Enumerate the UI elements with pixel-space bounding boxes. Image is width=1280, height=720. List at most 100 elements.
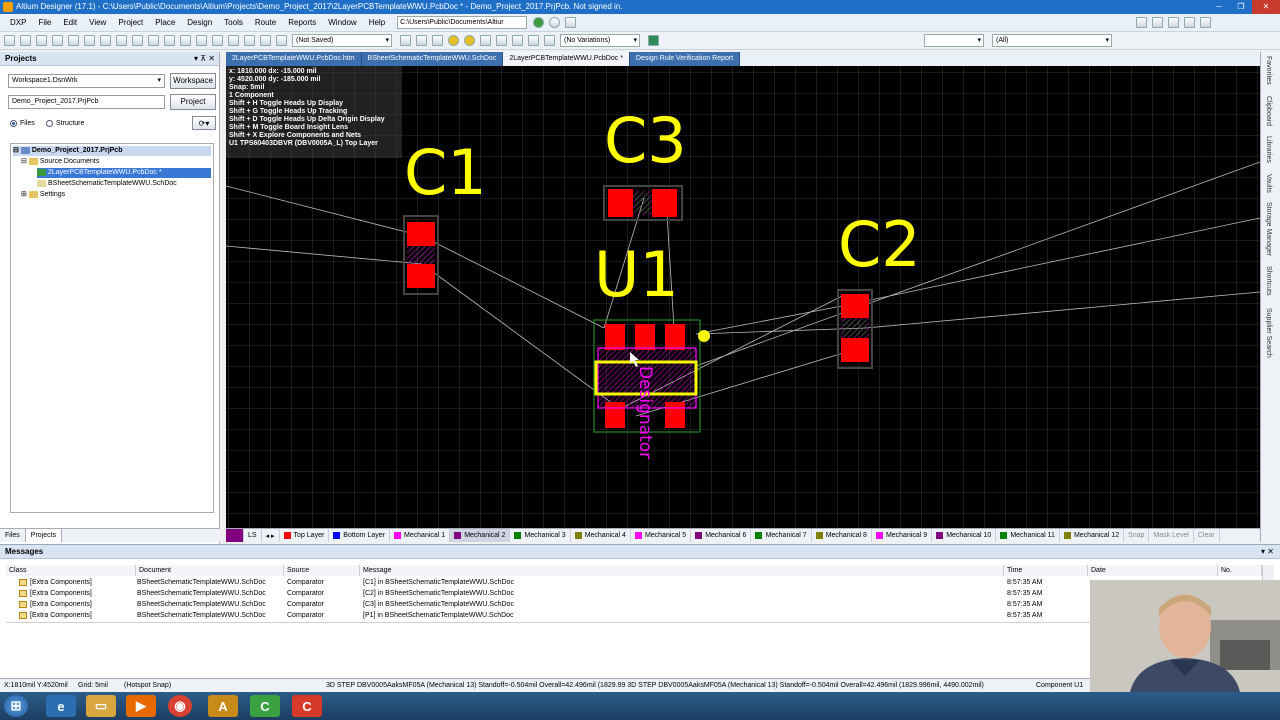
zoom-fit-icon[interactable] [100,35,111,46]
polygon-icon[interactable] [512,35,523,46]
panel-tab-libraries[interactable]: Libraries [1265,136,1272,163]
refresh-tree-button[interactable]: ⟳▾ [192,116,216,130]
start-button-icon[interactable]: ⊞ [4,695,28,717]
doc-tab-drc-report[interactable]: Design Rule Verification Report [629,52,741,66]
c3-footprint[interactable] [603,185,683,221]
route-multiple-icon[interactable] [416,35,427,46]
mask-level-button[interactable]: Mask Level [1149,529,1194,542]
tab-files[interactable]: Files [0,529,26,542]
doc-tab-pcbdoc[interactable]: 2LayerPCBTemplateWWU.PcbDoc * [503,52,630,66]
minimize-icon[interactable]: ─ [1208,0,1230,14]
differential-pair-icon[interactable] [432,35,443,46]
menu-route[interactable]: Route [249,18,282,27]
workspace-select[interactable]: Workspace1.DsnWrk [8,74,165,88]
undo-icon[interactable] [228,35,239,46]
tab-projects[interactable]: Projects [25,529,63,542]
filter-select-all[interactable]: (All) [992,34,1112,47]
layer-tab-mech1[interactable]: Mechanical 1 [390,529,451,542]
pcb-canvas[interactable]: Designator C1 C3 C2 U1 x: 1810.000 dx: -… [226,66,1260,528]
altium-designer-icon[interactable]: A [208,695,238,717]
layer-tab-mech8[interactable]: Mechanical 8 [812,529,872,542]
col-message[interactable]: Message [360,565,1004,576]
tile-icon[interactable] [1168,17,1180,28]
paste-icon[interactable] [180,35,191,46]
zoom-selected-icon[interactable] [132,35,143,46]
c1-designator[interactable]: C1 [404,136,487,209]
panel-tab-favorites[interactable]: Favorites [1265,56,1272,85]
panel-tab-storage-manager[interactable]: Storage Manager [1265,202,1272,256]
open-project-icon[interactable] [84,35,95,46]
tree-source-folder[interactable]: ⊟ Source Documents [21,157,99,167]
copy-icon[interactable] [164,35,175,46]
panel-pin-close-icon[interactable]: ▾ ⊼ ✕ [194,52,215,66]
save-icon[interactable] [36,35,47,46]
col-document[interactable]: Document [136,565,284,576]
panel-tab-shortcuts[interactable]: Shortcuts [1265,266,1272,296]
chrome-icon[interactable]: ◉ [168,695,192,717]
design-tools-icon[interactable] [1136,17,1148,28]
string-icon[interactable] [528,35,539,46]
zoom-icon[interactable] [68,35,79,46]
menu-window[interactable]: Window [322,18,362,27]
menu-file[interactable]: File [32,18,57,27]
maximize-icon[interactable]: ❐ [1230,0,1252,14]
component-icon[interactable] [544,35,555,46]
current-layer-swatch[interactable] [226,529,244,542]
variations-select[interactable]: (No Variations) [560,34,640,47]
c2-designator[interactable]: C2 [838,208,921,281]
layer-tab-mech4[interactable]: Mechanical 4 [571,529,631,542]
deselect-icon[interactable] [212,35,223,46]
layer-tab-mech2[interactable]: Mechanical 2 [450,529,511,542]
project-field[interactable]: Demo_Project_2017.PrjPcb [8,95,165,109]
menu-place[interactable]: Place [149,18,181,27]
place-pad-icon[interactable] [448,35,459,46]
fill-icon[interactable] [496,35,507,46]
tree-sch-doc[interactable]: BSheetSchematicTemplateWWU.SchDoc [37,179,177,189]
menu-dxp[interactable]: DXP [4,18,32,27]
layer-set-button[interactable]: LS [244,529,262,542]
c2-footprint[interactable] [837,289,873,369]
workspace-button[interactable]: Workspace [170,73,216,89]
close-icon[interactable]: ✕ [1252,0,1280,14]
c3-designator[interactable]: C3 [604,104,687,177]
tree-project-node[interactable]: ⊟ Demo_Project_2017.PrjPcb [13,146,211,156]
move-icon[interactable] [196,35,207,46]
zoom-area-icon[interactable] [116,35,127,46]
col-source[interactable]: Source [284,565,360,576]
menu-project[interactable]: Project [112,18,149,27]
menu-tools[interactable]: Tools [218,18,249,27]
menu-reports[interactable]: Reports [282,18,322,27]
doc-tab-schdoc[interactable]: BSheetSchematicTemplateWWU.SchDoc [361,52,504,66]
menu-edit[interactable]: Edit [57,18,83,27]
layer-tab-mech7[interactable]: Mechanical 7 [751,529,812,542]
go-forward-icon[interactable] [533,17,545,28]
save-state-select[interactable]: (Not Saved) [292,34,392,47]
layer-tab-mech9[interactable]: Mechanical 9 [872,529,933,542]
refresh-icon[interactable] [549,17,561,28]
redo-icon[interactable] [244,35,255,46]
menu-help[interactable]: Help [363,18,391,27]
home-icon[interactable] [565,17,577,28]
filter-select-blank[interactable] [924,34,984,47]
panel-tab-clipboard[interactable]: Clipboard [1265,96,1272,126]
path-field[interactable]: C:\Users\Public\Documents\Altiur [397,16,528,29]
layer-tab-mech6[interactable]: Mechanical 6 [691,529,752,542]
pencil-icon[interactable] [260,35,271,46]
layer-tab-mech10[interactable]: Mechanical 10 [932,529,997,542]
col-date[interactable]: Date [1088,565,1218,576]
col-class[interactable]: Class [6,565,136,576]
layer-scroll-arrows[interactable]: ◂ ▸ [262,529,280,542]
layer-tab-mech11[interactable]: Mechanical 11 [996,529,1060,542]
tree-settings[interactable]: ⊞ Settings [21,190,65,200]
layer-tab-bottom[interactable]: Bottom Layer [329,529,390,542]
red-app-icon[interactable]: C [292,695,322,717]
project-button[interactable]: Project [170,94,216,110]
layer-tab-top[interactable]: Top Layer [280,529,330,542]
cut-icon[interactable] [148,35,159,46]
panel-tab-vaults[interactable]: Vaults [1265,174,1272,193]
messages-panel-controls-icon[interactable]: ▾ ✕ [1261,545,1274,559]
layer-tab-mech12[interactable]: Mechanical 12 [1060,529,1125,542]
col-no[interactable]: No. [1218,565,1262,576]
file-explorer-icon[interactable]: ▭ [86,695,116,717]
green-app-icon[interactable]: C [250,695,280,717]
